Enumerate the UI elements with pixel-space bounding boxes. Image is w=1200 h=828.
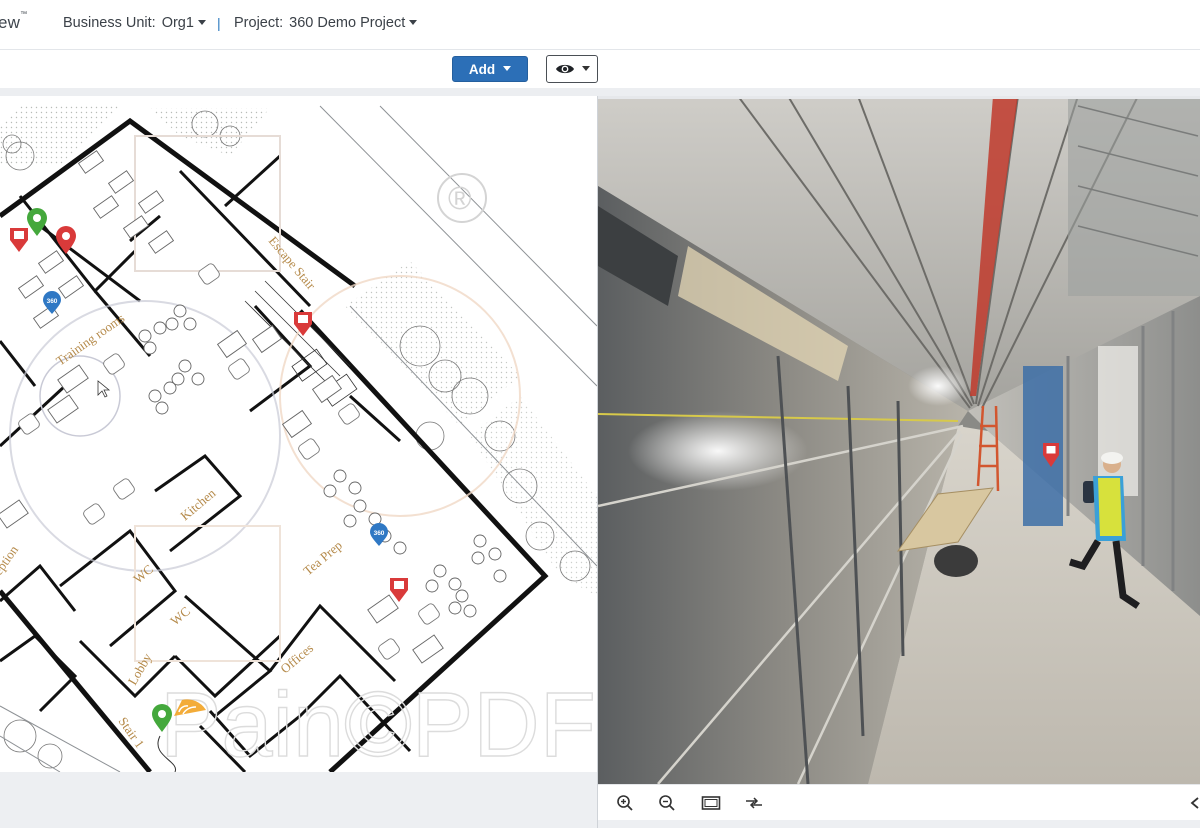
fit-screen-button[interactable] — [700, 793, 722, 813]
viewer-bottom-strip — [598, 820, 1200, 828]
floor-plan-drawing[interactable]: Pain©PDF ® Training rooms Escape Stair K… — [0, 96, 597, 772]
zoom-in-icon — [617, 795, 633, 811]
app-header: ew™ Business Unit: Org1 | Project: 360 Dem… — [0, 0, 1200, 50]
app-brand: ew™ — [0, 11, 28, 32]
chevron-down-icon — [503, 65, 512, 71]
room-label: Offices — [277, 640, 316, 676]
toolbar-divider — [0, 88, 1200, 96]
zoom-out-button[interactable] — [656, 793, 678, 813]
cursor-icon — [97, 380, 111, 398]
header-separator: | — [217, 15, 221, 31]
business-unit-selector[interactable]: Business Unit: Org1 — [63, 15, 206, 31]
viewer-top-edge — [598, 96, 1200, 99]
issue-pin-icon[interactable] — [10, 228, 28, 252]
room-label: WC — [167, 603, 193, 628]
360-photo-pin-icon[interactable]: 360 — [370, 523, 388, 546]
eye-icon — [555, 64, 574, 74]
business-unit-label: Business Unit: — [63, 15, 156, 31]
panorama-image[interactable] — [598, 96, 1200, 784]
floor-plan-footer — [0, 772, 597, 828]
add-button-label: Add — [468, 61, 496, 77]
zoom-in-button[interactable] — [614, 793, 636, 813]
room-label: eption — [0, 542, 21, 578]
fit-screen-icon — [701, 796, 721, 810]
project-value: 360 Demo Project — [289, 15, 406, 31]
room-label: Tea Prep — [300, 537, 345, 578]
panorama-viewer[interactable] — [598, 96, 1200, 784]
chevron-down-icon — [197, 19, 206, 25]
previous-icon — [1190, 797, 1199, 809]
project-selector[interactable]: Project: 360 Demo Project — [234, 15, 418, 31]
svg-text:360: 360 — [374, 530, 385, 537]
zoom-out-icon — [659, 795, 675, 811]
compare-button[interactable] — [743, 793, 765, 813]
floor-plan-panel[interactable]: Pain©PDF ® Training rooms Escape Stair K… — [0, 96, 597, 772]
add-button[interactable]: Add — [452, 56, 528, 82]
svg-text:360: 360 — [47, 298, 58, 305]
chevron-down-icon — [581, 65, 590, 71]
toolbar: Add — [0, 50, 1200, 88]
issue-pin-icon[interactable] — [390, 578, 408, 602]
project-label: Project: — [234, 15, 284, 31]
registered-mark: ® — [448, 180, 472, 216]
previous-button[interactable] — [1188, 793, 1200, 813]
chevron-down-icon — [409, 19, 418, 25]
business-unit-value: Org1 — [161, 15, 194, 31]
watermark: Pain©PDF — [160, 674, 596, 772]
view-options-button[interactable] — [546, 55, 598, 83]
compare-icon — [746, 797, 762, 809]
viewer-controls — [598, 784, 1200, 820]
location-pin-icon[interactable] — [27, 208, 47, 236]
